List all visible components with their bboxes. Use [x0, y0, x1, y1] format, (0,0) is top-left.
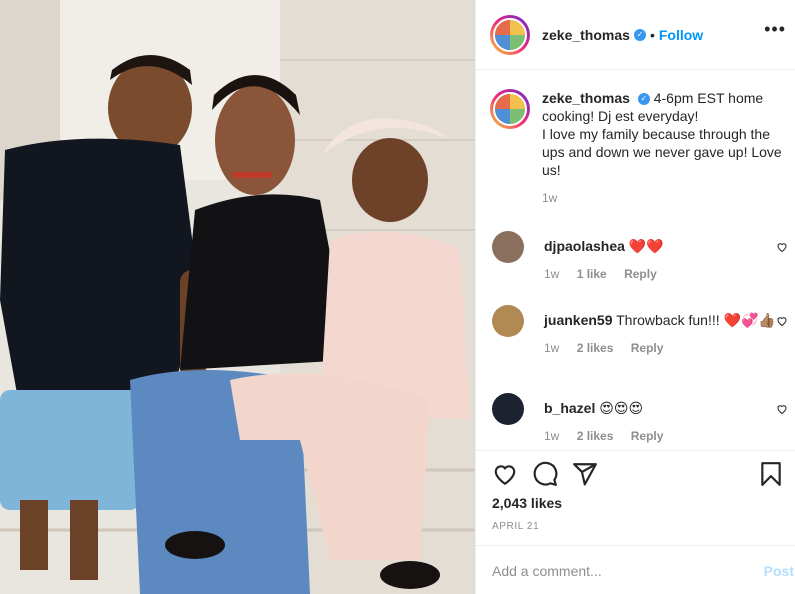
- comment-likes[interactable]: 2 likes: [577, 341, 614, 355]
- comment-username[interactable]: b_hazel: [544, 400, 595, 416]
- comment-avatar[interactable]: [492, 231, 524, 263]
- comment-body: Throwback fun!!!: [616, 312, 720, 328]
- author-avatar[interactable]: [490, 14, 530, 55]
- comment-like-icon[interactable]: [776, 315, 788, 327]
- comment-username[interactable]: djpaolashea: [544, 238, 625, 254]
- instagram-post-view: zeke_thomas ✓ • Follow ••• zeke_thomas ✓…: [0, 0, 795, 594]
- author-username[interactable]: zeke_thomas: [542, 27, 630, 43]
- share-icon[interactable]: [572, 461, 598, 487]
- post-side-panel: zeke_thomas ✓ • Follow ••• zeke_thomas ✓…: [475, 0, 795, 594]
- caption-username[interactable]: zeke_thomas: [542, 90, 630, 106]
- comment-likes[interactable]: 1 like: [577, 267, 607, 281]
- comment-meta: 1w 1 like Reply: [544, 267, 792, 281]
- post-actions: 2,043 likes APRIL 21: [476, 450, 795, 544]
- post-header: zeke_thomas ✓ • Follow •••: [476, 0, 795, 70]
- comment-avatar[interactable]: [492, 393, 524, 425]
- comment-meta: 1w 2 likes Reply: [544, 341, 792, 355]
- reply-button[interactable]: Reply: [631, 341, 664, 355]
- comment-like-icon[interactable]: [776, 403, 788, 415]
- add-comment-input[interactable]: Add a comment...: [492, 563, 602, 579]
- more-options-icon[interactable]: •••: [764, 20, 786, 38]
- post-photo[interactable]: [0, 0, 475, 594]
- post-comment-button[interactable]: Post: [764, 563, 794, 579]
- verified-badge-icon: ✓: [633, 28, 646, 41]
- post-date: APRIL 21: [492, 521, 540, 532]
- comment-like-icon[interactable]: [776, 241, 788, 253]
- caption-avatar[interactable]: [490, 89, 530, 129]
- comment-item: djpaolashea ❤️❤️ 1w 1 like Reply: [492, 231, 792, 281]
- comment-item: juanken59 Throwback fun!!! ❤️💞👍🏽 1w 2 li…: [492, 305, 792, 355]
- caption-text-block: zeke_thomas ✓ 4-6pm EST home cooking! Dj…: [542, 89, 790, 179]
- comment-emoji: ❤️❤️: [628, 238, 664, 254]
- comment-meta: 1w 2 likes Reply: [544, 429, 792, 443]
- post-caption: zeke_thomas ✓ 4-6pm EST home cooking! Dj…: [490, 89, 790, 205]
- comment-avatar[interactable]: [492, 305, 524, 337]
- comment-composer: Add a comment... Post: [476, 545, 795, 594]
- verified-badge-icon: ✓: [637, 93, 650, 106]
- save-icon[interactable]: [758, 461, 784, 487]
- comment-emoji: ❤️💞👍🏽: [723, 312, 776, 328]
- comment-text: djpaolashea ❤️❤️: [544, 231, 792, 255]
- comment-time[interactable]: 1w: [544, 341, 559, 355]
- reply-button[interactable]: Reply: [624, 267, 657, 281]
- comment-time[interactable]: 1w: [544, 267, 559, 281]
- caption-time[interactable]: 1w: [542, 191, 790, 205]
- comment-emoji: 😍😍😍: [599, 400, 644, 416]
- comment-item: b_hazel 😍😍😍 1w 2 likes Reply: [492, 393, 792, 443]
- like-icon[interactable]: [492, 461, 518, 487]
- comment-likes[interactable]: 2 likes: [577, 429, 614, 443]
- reply-button[interactable]: Reply: [631, 429, 664, 443]
- likes-count[interactable]: 2,043 likes: [492, 495, 562, 511]
- comment-time[interactable]: 1w: [544, 429, 559, 443]
- comment-icon[interactable]: [532, 461, 558, 487]
- comment-username[interactable]: juanken59: [544, 312, 612, 328]
- comment-text: b_hazel 😍😍😍: [544, 393, 792, 417]
- family-photo-illustration: [0, 0, 475, 594]
- comments-section[interactable]: zeke_thomas ✓ 4-6pm EST home cooking! Dj…: [476, 71, 795, 449]
- comment-text: juanken59 Throwback fun!!! ❤️💞👍🏽: [544, 305, 792, 329]
- follow-button[interactable]: Follow: [659, 27, 703, 43]
- separator-dot: •: [649, 26, 655, 43]
